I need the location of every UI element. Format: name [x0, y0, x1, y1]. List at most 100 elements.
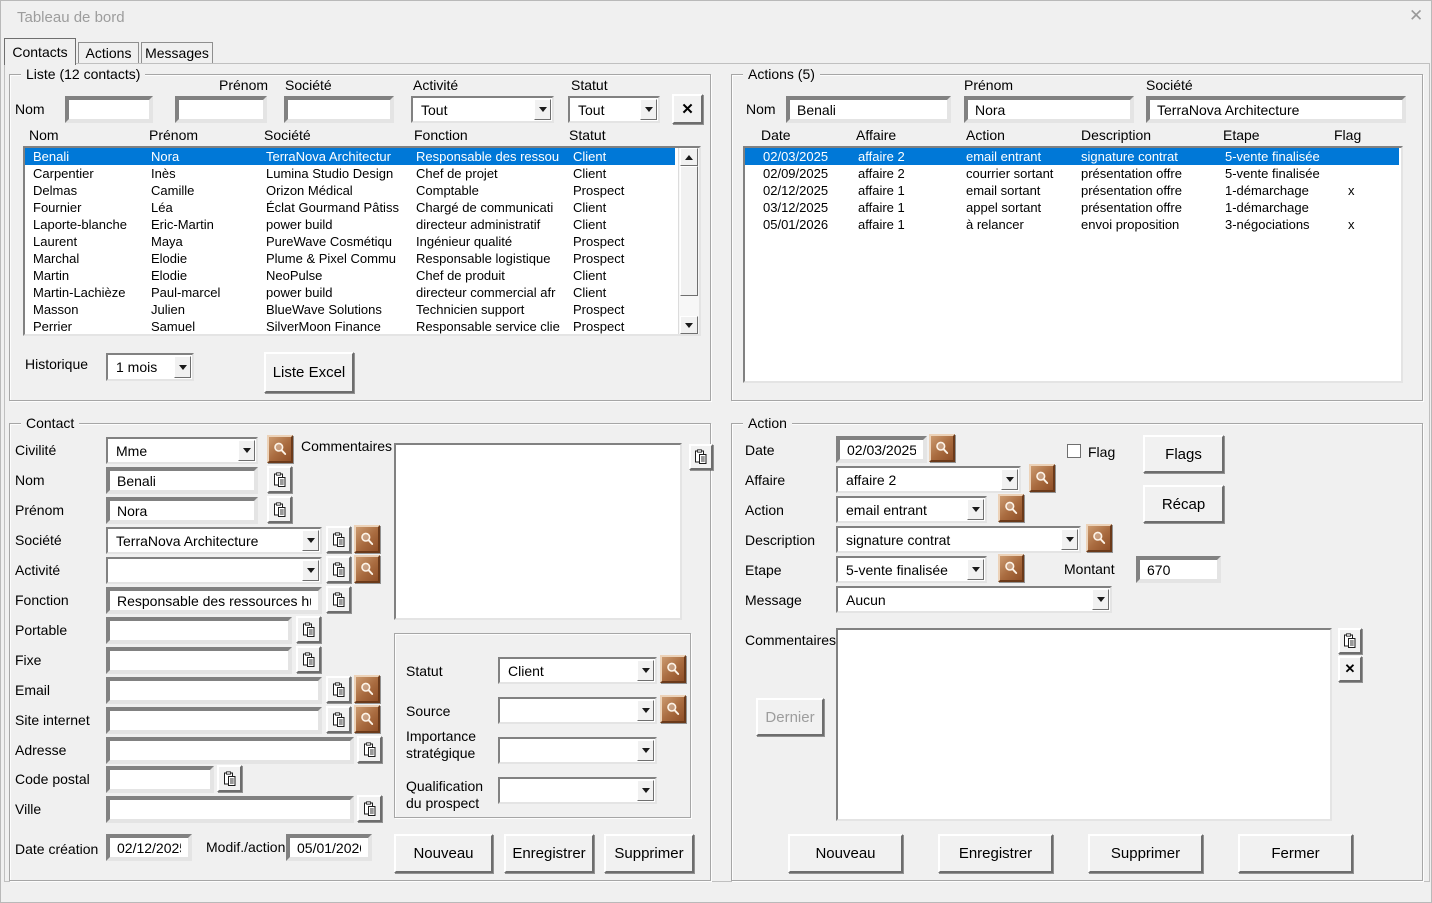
code-postal-field[interactable]	[108, 768, 212, 791]
actions-prenom-input[interactable]	[966, 98, 1132, 121]
contact-enregistrer-button[interactable]: Enregistrer	[504, 834, 594, 873]
site-search-button[interactable]	[354, 705, 380, 733]
ville-field[interactable]	[108, 798, 352, 821]
liste-excel-button[interactable]: Liste Excel	[264, 352, 354, 393]
action-commentaires-clear-button[interactable]: ✕	[1338, 656, 1362, 682]
code-postal-copy-button[interactable]	[217, 765, 242, 792]
action-supprimer-button[interactable]: Supprimer	[1088, 834, 1203, 873]
tab-messages[interactable]: Messages	[141, 42, 213, 63]
prenom-field[interactable]	[108, 499, 256, 522]
contact-commentaires-textarea[interactable]	[394, 443, 682, 620]
chevron-down-icon[interactable]	[1092, 589, 1109, 610]
action-select[interactable]: email entrant	[836, 496, 987, 523]
contacts-scrollbar[interactable]	[678, 148, 699, 334]
contact-row[interactable]: BenaliNoraTerraNova ArchitecturResponsab…	[25, 148, 675, 165]
chevron-down-icon[interactable]	[637, 780, 654, 801]
action-date-search-button[interactable]	[929, 434, 955, 462]
contact-row[interactable]: FournierLéaÉclat Gourmand PâtissChargé d…	[25, 199, 675, 216]
nom-copy-button[interactable]	[267, 466, 292, 493]
contact-row[interactable]: LaurentMayaPureWave CosmétiquIngénieur q…	[25, 233, 675, 250]
chevron-down-icon[interactable]	[174, 356, 191, 378]
prenom-copy-button[interactable]	[267, 496, 292, 523]
statut-select[interactable]: Client	[498, 657, 657, 684]
activite-search-button[interactable]	[354, 555, 380, 583]
tab-contacts[interactable]: Contacts	[4, 38, 76, 65]
chevron-down-icon[interactable]	[238, 440, 255, 461]
scroll-thumb[interactable]	[680, 166, 698, 296]
qualification-select[interactable]	[498, 777, 657, 804]
action-search-button[interactable]	[998, 494, 1024, 522]
flags-button[interactable]: Flags	[1143, 435, 1224, 473]
filter-prenom-input[interactable]	[177, 98, 265, 121]
action-date-field[interactable]	[838, 438, 925, 461]
fonction-copy-button[interactable]	[326, 586, 351, 613]
etape-search-button[interactable]	[998, 554, 1024, 582]
activite-select[interactable]	[106, 557, 322, 584]
recap-button[interactable]: Récap	[1143, 485, 1224, 523]
affaire-select[interactable]: affaire 2	[836, 466, 1021, 493]
action-row[interactable]: 03/12/2025affaire 1appel sortantprésenta…	[745, 199, 1399, 216]
filter-activite-select[interactable]: Tout	[411, 96, 554, 123]
contact-row[interactable]: DelmasCamilleOrizon MédicalComptablePros…	[25, 182, 675, 199]
filter-clear-button[interactable]: ✕	[672, 94, 703, 124]
actions-societe-input[interactable]	[1148, 98, 1404, 121]
contact-row[interactable]: MassonJulienBlueWave SolutionsTechnicien…	[25, 301, 675, 318]
fixe-field[interactable]	[108, 649, 290, 672]
contact-row[interactable]: Laporte-blancheEric-Martinpower builddir…	[25, 216, 675, 233]
chevron-down-icon[interactable]	[1061, 529, 1078, 550]
filter-societe-input[interactable]	[286, 98, 392, 121]
action-row[interactable]: 02/09/2025affaire 2courrier sortantprése…	[745, 165, 1399, 182]
action-row[interactable]: 02/03/2025affaire 2email entrantsignatur…	[745, 148, 1399, 165]
societe-select[interactable]: TerraNova Architecture	[106, 527, 322, 554]
societe-copy-button[interactable]	[326, 526, 351, 553]
chevron-down-icon[interactable]	[967, 499, 984, 520]
contact-row[interactable]: MarchalElodiePlume & Pixel CommuResponsa…	[25, 250, 675, 267]
action-commentaires-textarea[interactable]	[836, 628, 1332, 821]
fermer-button[interactable]: Fermer	[1238, 834, 1353, 873]
site-internet-field[interactable]	[108, 709, 320, 732]
portable-field[interactable]	[108, 619, 290, 642]
action-nouveau-button[interactable]: Nouveau	[788, 834, 903, 873]
message-select[interactable]: Aucun	[836, 586, 1112, 613]
contact-row[interactable]: Martin-LachièzePaul-marcelpower builddir…	[25, 284, 675, 301]
action-row[interactable]: 05/01/2026affaire 1à relancerenvoi propo…	[745, 216, 1399, 233]
description-search-button[interactable]	[1086, 524, 1112, 552]
societe-search-button[interactable]	[354, 525, 380, 553]
statut-search-button[interactable]	[660, 655, 686, 683]
historique-select[interactable]: 1 mois	[106, 353, 194, 381]
civilite-search-button[interactable]	[267, 435, 293, 463]
source-search-button[interactable]	[660, 695, 686, 723]
chevron-down-icon[interactable]	[637, 700, 654, 721]
action-row[interactable]: 02/12/2025affaire 1email sortantprésenta…	[745, 182, 1399, 199]
fixe-copy-button[interactable]	[296, 646, 321, 673]
description-select[interactable]: signature contrat	[836, 526, 1081, 553]
modif-action-field[interactable]	[288, 836, 370, 859]
actions-nom-input[interactable]	[788, 98, 949, 121]
action-enregistrer-button[interactable]: Enregistrer	[938, 834, 1053, 873]
affaire-search-button[interactable]	[1029, 464, 1055, 492]
chevron-down-icon[interactable]	[967, 559, 984, 580]
actions-listbox[interactable]: 02/03/2025affaire 2email entrantsignatur…	[743, 146, 1403, 383]
montant-field[interactable]	[1138, 558, 1219, 581]
chevron-down-icon[interactable]	[534, 99, 551, 120]
dernier-button[interactable]: Dernier	[756, 698, 824, 736]
tab-actions[interactable]: Actions	[78, 42, 139, 63]
importance-select[interactable]	[498, 737, 657, 764]
contact-row[interactable]: MartinElodieNeoPulseChef de produitClien…	[25, 267, 675, 284]
scroll-down-button[interactable]	[680, 316, 698, 334]
source-select[interactable]	[498, 697, 657, 724]
nom-field[interactable]	[108, 469, 256, 492]
chevron-down-icon[interactable]	[637, 660, 654, 681]
fonction-field[interactable]	[108, 589, 320, 612]
contact-nouveau-button[interactable]: Nouveau	[394, 834, 493, 873]
flag-checkbox[interactable]	[1067, 444, 1081, 458]
date-creation-field[interactable]	[108, 836, 190, 859]
contact-commentaires-copy-button[interactable]	[689, 444, 713, 470]
filter-nom-input[interactable]	[67, 98, 151, 121]
window-close-icon[interactable]: ✕	[1409, 6, 1423, 26]
scroll-up-button[interactable]	[680, 148, 698, 166]
email-field[interactable]	[108, 679, 320, 702]
email-search-button[interactable]	[354, 675, 380, 703]
etape-select[interactable]: 5-vente finalisée	[836, 556, 987, 583]
chevron-down-icon[interactable]	[640, 99, 657, 120]
